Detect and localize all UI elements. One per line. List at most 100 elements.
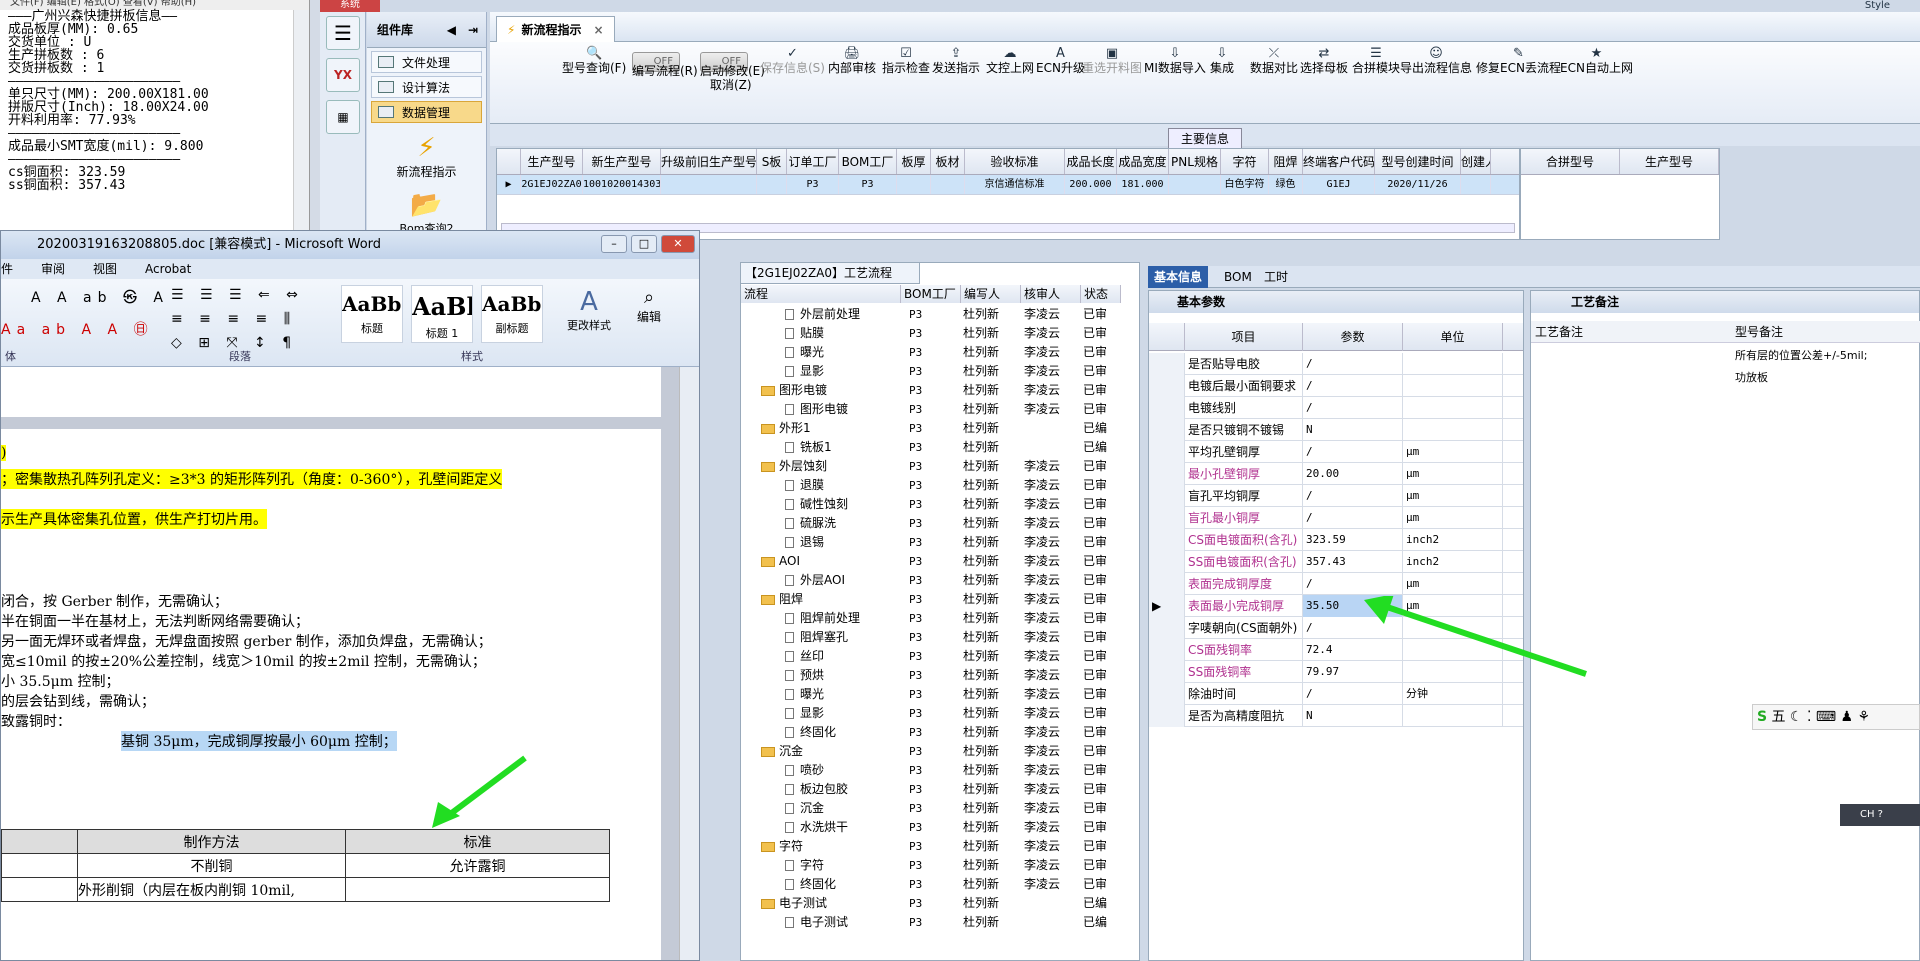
col-header[interactable]: 项目 xyxy=(1185,323,1303,351)
table-cell[interactable] xyxy=(1,829,78,854)
style-subtitle[interactable]: AaBbC副标题 xyxy=(481,285,543,343)
col-header[interactable]: 状态 xyxy=(1081,285,1121,303)
notepad-text[interactable]: ———广州兴森快捷拼板信息—— 成品板厚(MM): 0.65 交货单位 : U 生产拼… xyxy=(0,10,309,192)
param-row[interactable]: 表面完成铜厚度 / μm xyxy=(1149,573,1523,595)
col-header[interactable]: 参数 xyxy=(1303,323,1403,351)
tab-work-hours[interactable]: 工时 xyxy=(1258,266,1294,288)
calendar-icon[interactable]: ▦ xyxy=(326,100,360,134)
document-area[interactable]: ) ；密集散热孔阵列孔定义：≥3*3 的矩形阵列孔（角度：0-360°），孔壁间距… xyxy=(1,367,681,960)
doc-table[interactable]: 制作方法 标准 不削铜 允许露铜 外形削铜（内层在板内削铜 10mil, xyxy=(1,829,610,902)
col-header[interactable]: 流程 xyxy=(741,285,901,303)
col-header[interactable]: 核审人 xyxy=(1021,285,1081,303)
menu-review[interactable]: 审阅 xyxy=(41,259,65,279)
col-header[interactable]: 单位 xyxy=(1403,323,1503,351)
param-row[interactable]: SS面电镀面积(含孔) 357.43 inch2 xyxy=(1149,551,1523,573)
param-row[interactable]: 是否只镀铜不镀锡 N xyxy=(1149,419,1523,441)
minimize-button[interactable]: – xyxy=(601,235,627,253)
col-header[interactable]: 字符 xyxy=(1221,149,1269,174)
col-header[interactable]: 成品宽度 xyxy=(1117,149,1169,174)
table-cell[interactable] xyxy=(1,853,78,878)
ribbon-button-5[interactable]: 🖨 内部审核 xyxy=(828,46,876,76)
language-bar[interactable]: CH ? xyxy=(1840,804,1920,826)
ribbon-button-3[interactable]: 取消(Z) xyxy=(710,78,752,93)
param-row[interactable]: 盲孔平均铜厚 / μm xyxy=(1149,485,1523,507)
craft-col[interactable]: 工艺备注 xyxy=(1531,321,1731,343)
doc-page[interactable] xyxy=(1,367,661,417)
param-value[interactable]: / xyxy=(1303,507,1403,529)
ribbon-button-11[interactable]: ⇩ MI数据导入 xyxy=(1144,46,1206,76)
doc-line[interactable]: 宽≤10mil 的按±20%公差控制，线宽＞10mil 的按±2mil 控制，无… xyxy=(1,651,486,671)
process-tree[interactable]: 流程 BOM工厂 编写人 核审人 状态 外层前处理 P3 杜列新 李凌云 已审 贴膜 P3 杜列新 李凌云… xyxy=(740,262,1140,961)
table-cell[interactable]: 允许露铜 xyxy=(345,853,610,878)
doc-line[interactable]: 示生产具体密集孔位置，供生产打切片用。 xyxy=(1,509,267,529)
ribbon-button-1[interactable]: 编写流程(R) xyxy=(632,64,698,79)
param-value[interactable]: 35.50 xyxy=(1303,595,1403,617)
col-header[interactable]: BOM工厂 xyxy=(901,285,961,303)
col-header[interactable]: 创建人 xyxy=(1461,149,1491,174)
param-row[interactable]: CS面电镀面积(含孔) 323.59 inch2 xyxy=(1149,529,1523,551)
doc-line[interactable]: 另一面无焊环或者焊盘，无焊盘面按照 gerber 制作，添加负焊盘，无需确认； xyxy=(1,631,492,651)
table-cell[interactable] xyxy=(1,877,78,902)
param-value[interactable]: / xyxy=(1303,617,1403,639)
table-cell[interactable] xyxy=(345,877,610,902)
col-header[interactable]: 编写人 xyxy=(961,285,1021,303)
tab-new-flow[interactable]: ⚡ 新流程指示 × xyxy=(496,16,615,42)
col-header[interactable]: BOM工厂 xyxy=(839,149,897,174)
close-button[interactable]: ✕ xyxy=(661,235,695,253)
ribbon-button-16[interactable]: ☺ 导出流程信息 xyxy=(1400,46,1472,76)
ribbon-button-10[interactable]: ▣ 重选开料图 xyxy=(1082,46,1142,76)
param-row[interactable]: 字唛朝向(CS面朝外) / xyxy=(1149,617,1523,639)
param-value[interactable]: 79.97 xyxy=(1303,661,1403,683)
param-row[interactable]: 电镀后最小面铜要求 / xyxy=(1149,375,1523,397)
maximize-button[interactable]: □ xyxy=(631,235,657,253)
style-label[interactable]: Style xyxy=(1865,0,1890,11)
selected-text[interactable]: 基铜 35μm，完成铜厚按最小 60μm 控制； xyxy=(121,731,397,751)
close-icon[interactable]: × xyxy=(593,23,603,37)
col-header[interactable]: 合拼型号 xyxy=(1521,149,1620,174)
menu-acrobat[interactable]: Acrobat xyxy=(145,259,191,279)
doc-page[interactable]: ) ；密集散热孔阵列孔定义：≥3*3 的矩形阵列孔（角度：0-360°），孔壁间距… xyxy=(1,429,661,960)
param-value[interactable]: / xyxy=(1303,353,1403,375)
param-value[interactable]: / xyxy=(1303,683,1403,705)
complib-item-file[interactable]: 文件处理 xyxy=(371,51,482,73)
merge-grid[interactable]: 合拼型号 生产型号 xyxy=(1520,148,1720,240)
param-value[interactable]: 72.4 xyxy=(1303,639,1403,661)
col-header[interactable]: 板厚 xyxy=(897,149,931,174)
edit-button[interactable]: ⌕ 编辑 xyxy=(637,287,661,325)
col-header[interactable]: 订单工厂 xyxy=(787,149,839,174)
doc-line[interactable]: 半在铜面一半在基材上，无法判断网络需要确认； xyxy=(1,611,309,631)
col-header[interactable] xyxy=(497,149,521,174)
col-header[interactable]: 板材 xyxy=(931,149,965,174)
ribbon-button-14[interactable]: ⇄ 选择母板 xyxy=(1300,46,1348,76)
align-tools[interactable]: ≡ ≡ ≡ ≡ ⫼ xyxy=(171,311,296,327)
col-header[interactable]: 终端客户代码 xyxy=(1303,149,1375,174)
param-value[interactable]: 357.43 xyxy=(1303,551,1403,573)
ribbon-button-15[interactable]: ☰ 合拼模块 xyxy=(1352,46,1400,76)
param-value[interactable]: / xyxy=(1303,441,1403,463)
table-cell[interactable]: 不削铜 xyxy=(77,853,346,878)
ribbon-button-0[interactable]: 🔍 型号查询(F) xyxy=(562,46,626,76)
ribbon-button-2[interactable]: 启动修改(E) xyxy=(700,64,765,79)
table-row[interactable]: ▶ 2G1EJ02ZA0 10010200143038 P3 P3 京信通信标准 200.0… xyxy=(497,175,1519,195)
ribbon-button-9[interactable]: A ECN升级 xyxy=(1036,46,1085,76)
param-row[interactable]: 电镀线别 / xyxy=(1149,397,1523,419)
tab-bom[interactable]: BOM xyxy=(1218,266,1258,288)
param-row[interactable]: ▶ 表面最小完成铜厚 35.50 μm xyxy=(1149,595,1523,617)
col-header[interactable]: 新生产型号 xyxy=(583,149,661,174)
ribbon-button-17[interactable]: ✎ 修复ECN丢流程 xyxy=(1476,46,1561,76)
doc-line[interactable]: 小 35.5μm 控制； xyxy=(1,671,119,691)
doc-line[interactable]: ；密集散热孔阵列孔定义：≥3*3 的矩形阵列孔（角度：0-360°），孔壁间距定… xyxy=(1,469,503,489)
word-scrollbar[interactable] xyxy=(679,367,699,960)
table-cell[interactable]: 制作方法 xyxy=(77,829,346,854)
doc-line[interactable]: 的层会钻到线，需确认； xyxy=(1,691,155,711)
menu-view[interactable]: 视图 xyxy=(93,259,117,279)
collapse-icon[interactable]: ◀ xyxy=(447,12,456,48)
model-note-col[interactable]: 型号备注 xyxy=(1731,321,1920,343)
param-row[interactable]: 最小孔壁铜厚 20.00 μm xyxy=(1149,463,1523,485)
param-row[interactable]: CS面残铜率 72.4 xyxy=(1149,639,1523,661)
menu-icon[interactable]: ☰ xyxy=(326,16,360,50)
doc-line[interactable]: 致露铜时： xyxy=(1,711,71,731)
param-value[interactable]: / xyxy=(1303,375,1403,397)
param-value[interactable]: 323.59 xyxy=(1303,529,1403,551)
col-header[interactable]: 验收标准 xyxy=(965,149,1065,174)
